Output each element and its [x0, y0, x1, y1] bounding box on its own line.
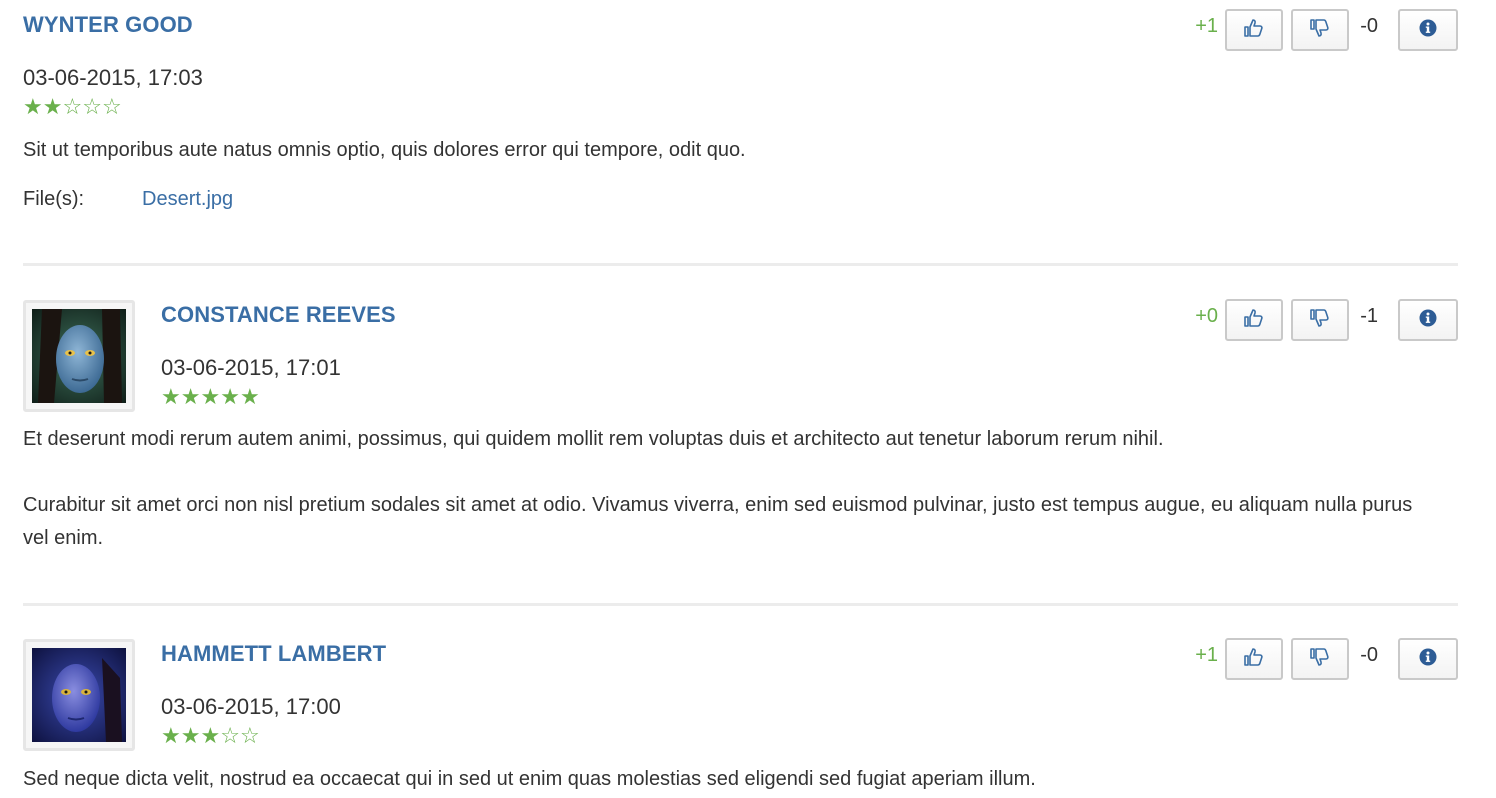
star-empty-icon: ☆ — [82, 95, 102, 120]
star-rating: ★★★☆☆ — [161, 726, 260, 748]
review-paragraph: Sit ut temporibus aute natus omnis optio… — [23, 139, 746, 161]
review-paragraph: Sed neque dicta velit, nostrud ea occaec… — [23, 768, 1036, 790]
review-actions: +1 -0 — [1158, 9, 1458, 51]
thumbs-up-icon — [1243, 18, 1265, 43]
star-filled-icon: ★ — [200, 724, 221, 749]
info-button[interactable] — [1398, 299, 1458, 341]
review-actions: +1 -0 — [1158, 638, 1458, 680]
review-paragraph: Et deserunt modi rerum autem animi, poss… — [23, 428, 1164, 450]
avatar-image — [32, 309, 126, 403]
review-author[interactable]: Hammett Lambert — [161, 641, 386, 667]
star-filled-icon: ★ — [161, 385, 181, 410]
info-button[interactable] — [1398, 638, 1458, 680]
review-divider — [23, 263, 1458, 266]
star-filled-icon: ★ — [239, 385, 260, 410]
review-item: Constance Reeves +0 -1 03-06-2015, 17:01… — [23, 290, 1458, 590]
star-filled-icon: ★ — [42, 95, 63, 120]
like-button[interactable] — [1225, 299, 1283, 341]
thumbs-up-icon — [1243, 647, 1265, 672]
dislikes-count: -0 — [1360, 15, 1378, 37]
likes-count: +1 — [1195, 15, 1218, 37]
thumbs-down-icon — [1309, 18, 1331, 43]
review-item: Hammett Lambert +1 -0 03-06-2015, 17:00 … — [23, 629, 1458, 798]
review-author[interactable]: Constance Reeves — [161, 302, 396, 328]
review-text: Sit ut temporibus aute natus omnis optio… — [23, 134, 1443, 167]
info-button[interactable] — [1398, 9, 1458, 51]
review-item: Wynter Good +1 -0 03-06-2015, 17:03 ★★☆☆… — [23, 0, 1458, 262]
star-filled-icon: ★ — [180, 724, 201, 749]
like-button[interactable] — [1225, 638, 1283, 680]
dislike-button[interactable] — [1291, 299, 1349, 341]
dislikes-count: -1 — [1360, 305, 1378, 327]
star-rating: ★★☆☆☆ — [23, 97, 122, 119]
star-empty-icon: ☆ — [101, 95, 122, 120]
thumbs-up-icon — [1243, 308, 1265, 333]
info-circle-icon — [1419, 19, 1437, 42]
avatar-image — [32, 648, 126, 742]
info-circle-icon — [1419, 309, 1437, 332]
likes-count: +0 — [1195, 305, 1218, 327]
star-filled-icon: ★ — [161, 724, 181, 749]
star-filled-icon: ★ — [180, 385, 201, 410]
review-text: Et deserunt modi rerum autem animi, poss… — [23, 423, 1443, 555]
dislike-button[interactable] — [1291, 9, 1349, 51]
files-label: File(s): — [23, 188, 85, 210]
thumbs-down-icon — [1309, 647, 1331, 672]
likes-count: +1 — [1195, 644, 1218, 666]
review-text: Sed neque dicta velit, nostrud ea occaec… — [23, 763, 1443, 796]
thumbs-down-icon — [1309, 308, 1331, 333]
star-filled-icon: ★ — [23, 95, 43, 120]
avatar — [23, 300, 135, 412]
review-date: 03-06-2015, 17:03 — [23, 65, 203, 90]
like-button[interactable] — [1225, 9, 1283, 51]
star-empty-icon: ☆ — [239, 724, 260, 749]
review-actions: +0 -1 — [1158, 299, 1458, 341]
file-link[interactable]: Desert.jpg — [142, 188, 233, 211]
star-filled-icon: ★ — [220, 385, 240, 410]
star-empty-icon: ☆ — [62, 95, 83, 120]
review-paragraph: Curabitur sit amet orci non nisl pretium… — [23, 494, 1413, 549]
dislike-button[interactable] — [1291, 638, 1349, 680]
review-author[interactable]: Wynter Good — [23, 12, 193, 38]
review-date: 03-06-2015, 17:00 — [161, 694, 341, 719]
star-empty-icon: ☆ — [220, 724, 240, 749]
dislikes-count: -0 — [1360, 644, 1378, 666]
star-rating: ★★★★★ — [161, 387, 260, 409]
info-circle-icon — [1419, 648, 1437, 671]
star-filled-icon: ★ — [200, 385, 221, 410]
review-date: 03-06-2015, 17:01 — [161, 355, 341, 380]
review-divider — [23, 603, 1458, 606]
avatar — [23, 639, 135, 751]
